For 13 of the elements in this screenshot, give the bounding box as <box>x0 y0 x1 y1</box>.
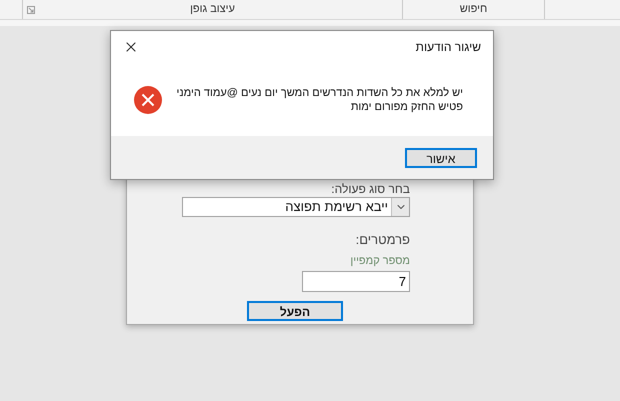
dialog-launcher-icon[interactable] <box>27 6 35 14</box>
error-message: יש למלא את כל השדות הנדרשים המשך יום נעים @עמוד הימני פטיש החזק מפורום ימות <box>176 86 463 114</box>
ribbon-group-label: עיצוב גופן <box>190 2 235 18</box>
campaign-label: מספר קמפיין <box>350 254 410 268</box>
campaign-input[interactable]: 7 <box>302 271 410 292</box>
action-dropdown[interactable]: ייבא רשימת תפוצה <box>182 197 410 217</box>
ok-button[interactable]: אישור <box>405 148 477 168</box>
dialog-title: שיגור הודעות <box>416 39 481 56</box>
run-button[interactable]: הפעל <box>247 301 343 321</box>
error-icon <box>133 84 163 114</box>
ribbon-group-label: חיפוש <box>460 2 488 18</box>
action-label: בחר סוג פעולה: <box>331 182 410 196</box>
parameters-heading: פרמטרים: <box>356 231 410 249</box>
